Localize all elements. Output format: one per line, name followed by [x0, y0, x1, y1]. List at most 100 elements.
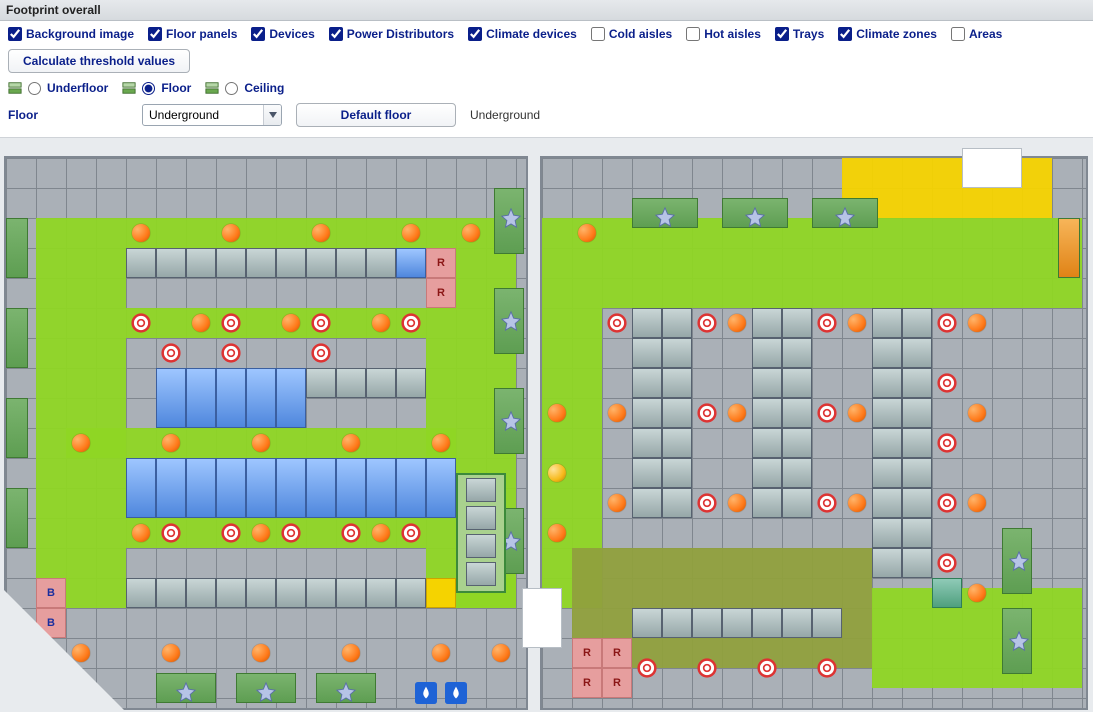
alert-icon[interactable]: [692, 308, 722, 338]
alert-icon[interactable]: [156, 338, 186, 368]
alert-icon[interactable]: [126, 308, 156, 338]
rack[interactable]: [722, 608, 752, 638]
alert-icon[interactable]: [692, 398, 722, 428]
sensor-dot-icon[interactable]: [126, 518, 156, 548]
rack[interactable]: [932, 578, 962, 608]
rack[interactable]: [366, 578, 396, 608]
rack[interactable]: [156, 458, 186, 518]
alert-icon[interactable]: [812, 488, 842, 518]
rack[interactable]: [872, 338, 902, 368]
rack[interactable]: [246, 458, 276, 518]
rack[interactable]: [186, 368, 216, 428]
rack[interactable]: [632, 368, 662, 398]
alert-icon[interactable]: [276, 518, 306, 548]
checkbox-bg-image[interactable]: Background image: [8, 27, 134, 41]
rack[interactable]: [126, 578, 156, 608]
rack[interactable]: [662, 368, 692, 398]
rack[interactable]: [902, 518, 932, 548]
rack[interactable]: [216, 248, 246, 278]
alert-icon[interactable]: [216, 518, 246, 548]
alert-icon[interactable]: [932, 428, 962, 458]
room-right[interactable]: R R R R: [540, 156, 1088, 710]
alert-icon[interactable]: [812, 653, 842, 683]
rack[interactable]: [306, 458, 336, 518]
rack[interactable]: [872, 308, 902, 338]
rack[interactable]: [662, 428, 692, 458]
sensor-dot-icon[interactable]: [542, 518, 572, 548]
rack[interactable]: [426, 458, 456, 518]
sensor-dot-icon[interactable]: [542, 458, 572, 488]
floor-combobox[interactable]: [142, 104, 282, 126]
rack[interactable]: [752, 338, 782, 368]
sensor-dot-icon[interactable]: [486, 638, 516, 668]
chevron-down-icon[interactable]: [263, 105, 281, 125]
alert-icon[interactable]: [306, 338, 336, 368]
rack[interactable]: [782, 608, 812, 638]
checkbox-devices[interactable]: Devices: [251, 27, 314, 41]
rack[interactable]: [186, 248, 216, 278]
rack[interactable]: [632, 458, 662, 488]
rack[interactable]: [632, 398, 662, 428]
rack[interactable]: [216, 458, 246, 518]
checkbox-trays[interactable]: Trays: [775, 27, 824, 41]
alert-icon[interactable]: [752, 653, 782, 683]
sensor-dot-icon[interactable]: [66, 428, 96, 458]
checkbox-areas[interactable]: Areas: [951, 27, 1002, 41]
rack[interactable]: [782, 488, 812, 518]
rack[interactable]: [632, 338, 662, 368]
checkbox-cold-aisles[interactable]: Cold aisles: [591, 27, 672, 41]
sensor-dot-icon[interactable]: [962, 488, 992, 518]
rack[interactable]: [902, 398, 932, 428]
sensor-dot-icon[interactable]: [602, 488, 632, 518]
rack[interactable]: [396, 578, 426, 608]
alert-icon[interactable]: [932, 368, 962, 398]
rack[interactable]: [782, 338, 812, 368]
rack[interactable]: [216, 368, 246, 428]
alert-icon[interactable]: [632, 653, 662, 683]
checkbox-floor-panels[interactable]: Floor panels: [148, 27, 237, 41]
sensor-dot-icon[interactable]: [962, 398, 992, 428]
rack[interactable]: [632, 488, 662, 518]
rack[interactable]: [662, 488, 692, 518]
sensor-dot-icon[interactable]: [396, 218, 426, 248]
rack[interactable]: [632, 308, 662, 338]
rack[interactable]: [752, 308, 782, 338]
rack[interactable]: [216, 578, 246, 608]
rack[interactable]: [812, 608, 842, 638]
rack[interactable]: [752, 458, 782, 488]
alert-icon[interactable]: [812, 308, 842, 338]
sensor-dot-icon[interactable]: [602, 398, 632, 428]
rack[interactable]: [156, 578, 186, 608]
rack[interactable]: [752, 368, 782, 398]
sensor-dot-icon[interactable]: [276, 308, 306, 338]
rack[interactable]: [872, 518, 902, 548]
alert-icon[interactable]: [812, 398, 842, 428]
sensor-dot-icon[interactable]: [186, 308, 216, 338]
rack[interactable]: [902, 338, 932, 368]
rack[interactable]: [186, 578, 216, 608]
alert-icon[interactable]: [932, 548, 962, 578]
floor-combobox-input[interactable]: [143, 106, 263, 124]
rack[interactable]: [872, 398, 902, 428]
sensor-dot-icon[interactable]: [542, 398, 572, 428]
rack[interactable]: [126, 248, 156, 278]
calc-threshold-button[interactable]: Calculate threshold values: [8, 49, 190, 73]
rack[interactable]: [872, 368, 902, 398]
sensor-dot-icon[interactable]: [842, 488, 872, 518]
radio-ceiling[interactable]: Ceiling: [205, 81, 284, 95]
rack[interactable]: [902, 548, 932, 578]
water-sensor-icon[interactable]: [411, 678, 441, 708]
rack[interactable]: [782, 308, 812, 338]
rack[interactable]: [662, 338, 692, 368]
rack[interactable]: [662, 458, 692, 488]
rack[interactable]: [752, 428, 782, 458]
floorplan-canvas[interactable]: R R: [0, 138, 1093, 712]
sensor-dot-icon[interactable]: [456, 218, 486, 248]
alert-icon[interactable]: [692, 653, 722, 683]
sensor-dot-icon[interactable]: [216, 218, 246, 248]
rack[interactable]: [276, 578, 306, 608]
rack[interactable]: [276, 368, 306, 428]
room-left[interactable]: R R: [4, 156, 528, 710]
checkbox-power[interactable]: Power Distributors: [329, 27, 454, 41]
rack[interactable]: [752, 608, 782, 638]
